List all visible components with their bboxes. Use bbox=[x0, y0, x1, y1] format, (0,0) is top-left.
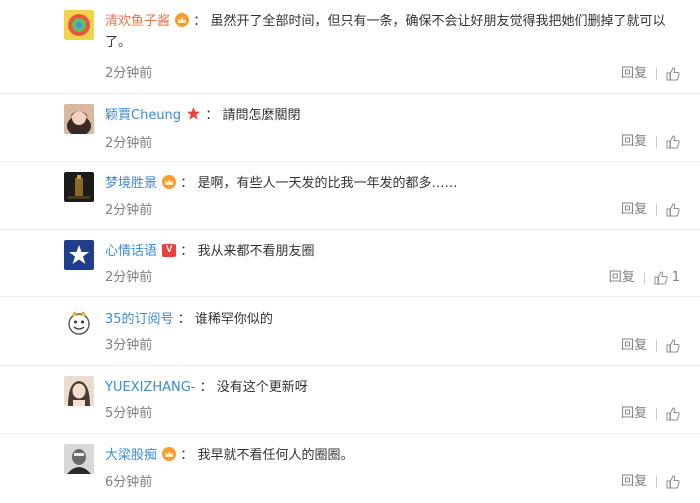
thumbs-up-icon bbox=[666, 67, 680, 81]
username-link[interactable]: YUEXIZHANG- bbox=[105, 380, 195, 395]
comment-text: 我早就不看任何人的圈圈。 bbox=[197, 448, 354, 463]
comment-time: 3分钟前 bbox=[105, 338, 153, 353]
divider bbox=[656, 476, 657, 488]
comment-list: 清欢鱼子酱 ： 虽然开了全部时间，但只有一条，确保不会让好朋友觉得我把她们删掉了… bbox=[0, 0, 700, 503]
comment-time: 2分钟前 bbox=[105, 136, 153, 151]
comment-item: 清欢鱼子酱 ： 虽然开了全部时间，但只有一条，确保不会让好朋友觉得我把她们删掉了… bbox=[0, 0, 700, 94]
comment-item: YUEXIZHANG- ： 没有这个更新呀 5分钟前 回复 bbox=[0, 366, 700, 434]
reply-button[interactable]: 回复 bbox=[621, 66, 647, 82]
like-button[interactable] bbox=[666, 407, 680, 421]
colon: ： bbox=[205, 108, 219, 123]
like-button[interactable] bbox=[666, 339, 680, 353]
comment-time: 6分钟前 bbox=[105, 475, 153, 490]
reply-button[interactable]: 回复 bbox=[621, 406, 647, 422]
divider bbox=[656, 204, 657, 216]
colon: ： bbox=[177, 312, 191, 327]
divider bbox=[643, 272, 645, 284]
username-link[interactable]: 心情话语 bbox=[105, 244, 157, 259]
colon: ： bbox=[180, 448, 194, 463]
username-link[interactable]: 清欢鱼子酱 bbox=[105, 14, 170, 29]
colon: ： bbox=[199, 380, 213, 395]
like-button[interactable] bbox=[666, 203, 680, 217]
thumbs-up-icon bbox=[666, 339, 680, 353]
thumbs-up-icon bbox=[666, 135, 680, 149]
avatar[interactable] bbox=[64, 376, 94, 406]
comment-item: 心情话语 ： 我从来都不看朋友圈 2分钟前 回复 1 bbox=[0, 230, 700, 297]
divider bbox=[656, 340, 657, 352]
reply-button[interactable]: 回复 bbox=[621, 202, 647, 218]
comment-item: 大梁股痴 ： 我早就不看任何人的圈圈。 6分钟前 回复 bbox=[0, 434, 700, 503]
avatar[interactable] bbox=[64, 172, 94, 202]
comment-time: 2分钟前 bbox=[105, 270, 153, 285]
thumbs-up-icon bbox=[666, 203, 680, 217]
reply-button[interactable]: 回复 bbox=[621, 474, 647, 490]
divider bbox=[656, 408, 657, 420]
comment-text: 請問怎麼關閉 bbox=[222, 108, 301, 123]
divider bbox=[656, 68, 657, 80]
avatar[interactable] bbox=[64, 308, 94, 338]
colon: ： bbox=[193, 14, 207, 29]
reply-button[interactable]: 回复 bbox=[609, 270, 635, 286]
like-count: 1 bbox=[671, 270, 680, 285]
divider bbox=[656, 136, 657, 148]
avatar[interactable] bbox=[64, 444, 94, 474]
like-button[interactable] bbox=[666, 135, 680, 149]
member-crown-icon[interactable] bbox=[162, 447, 177, 461]
reply-button[interactable]: 回复 bbox=[621, 338, 647, 354]
reply-button[interactable]: 回复 bbox=[621, 134, 647, 150]
star-icon[interactable] bbox=[186, 106, 201, 121]
comment-time: 2分钟前 bbox=[105, 66, 153, 81]
comment-text: 是啊，有些人一天发的比我一年发的都多…… bbox=[197, 176, 458, 191]
like-button[interactable] bbox=[666, 67, 680, 81]
username-link[interactable]: 梦境胜景 bbox=[105, 176, 157, 191]
comment-text: 谁稀罕你似的 bbox=[194, 312, 273, 327]
comment-item: 颖賈Cheung ： 請問怎麼關閉 2分钟前 回复 bbox=[0, 94, 700, 162]
username-link[interactable]: 35的订阅号 bbox=[105, 312, 174, 327]
comment-item: 梦境胜景 ： 是啊，有些人一天发的比我一年发的都多…… 2分钟前 回复 bbox=[0, 162, 700, 230]
verified-v-icon[interactable] bbox=[162, 242, 177, 257]
thumbs-up-icon bbox=[666, 475, 680, 489]
member-crown-icon[interactable] bbox=[162, 175, 177, 189]
comment-item: 35的订阅号 ： 谁稀罕你似的 3分钟前 回复 bbox=[0, 297, 700, 366]
username-link[interactable]: 大梁股痴 bbox=[105, 448, 157, 463]
avatar[interactable] bbox=[64, 104, 94, 134]
member-crown-icon[interactable] bbox=[175, 13, 190, 27]
like-button[interactable]: 1 bbox=[654, 270, 680, 286]
avatar[interactable] bbox=[64, 240, 94, 270]
comment-text: 没有这个更新呀 bbox=[216, 380, 308, 395]
comment-time: 2分钟前 bbox=[105, 203, 153, 218]
thumbs-up-icon bbox=[666, 407, 680, 421]
thumbs-up-icon bbox=[654, 271, 668, 285]
comment-text: 我从来都不看朋友圈 bbox=[197, 244, 315, 259]
comment-text: 虽然开了全部时间，但只有一条，确保不会让好朋友觉得我把她们删掉了就可以了。 bbox=[105, 14, 666, 50]
colon: ： bbox=[180, 244, 194, 259]
colon: ： bbox=[180, 176, 194, 191]
avatar[interactable] bbox=[64, 10, 94, 40]
username-link[interactable]: 颖賈Cheung bbox=[105, 108, 181, 123]
comment-time: 5分钟前 bbox=[105, 406, 153, 421]
like-button[interactable] bbox=[666, 475, 680, 489]
